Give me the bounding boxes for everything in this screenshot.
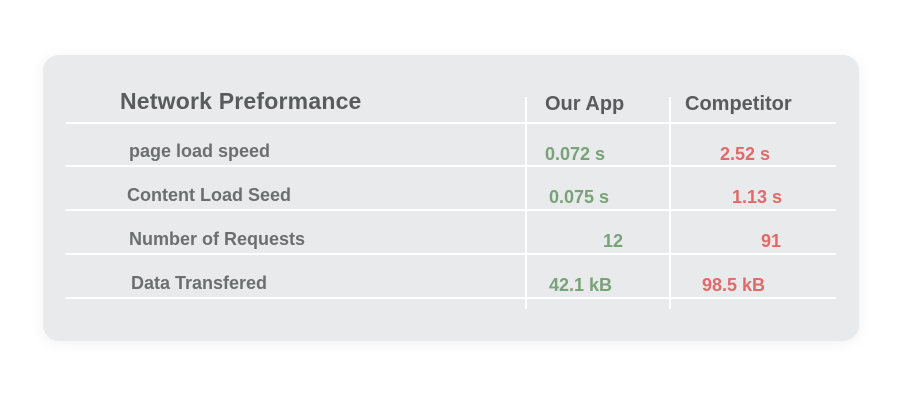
competitor-value: 91 bbox=[761, 231, 782, 251]
our-app-value: 12 bbox=[603, 231, 624, 251]
row-label-content-load-seed: Content Load Seed bbox=[127, 185, 292, 205]
our-app-value: 0.072 s bbox=[545, 144, 606, 164]
row-divider bbox=[66, 209, 836, 211]
column-divider bbox=[669, 97, 671, 309]
row-divider bbox=[66, 297, 836, 299]
column-divider bbox=[525, 97, 527, 309]
competitor-value: 1.13 s bbox=[732, 187, 783, 207]
row-label-page-load-speed: page load speed bbox=[129, 141, 271, 161]
competitor-value: 2.52 s bbox=[720, 144, 771, 164]
row-divider bbox=[66, 165, 836, 167]
column-header-competitor: Competitor bbox=[685, 93, 792, 115]
row-divider bbox=[66, 122, 836, 124]
our-app-value: 0.075 s bbox=[549, 187, 610, 207]
row-label-data-transfered: Data Transfered bbox=[131, 273, 268, 293]
competitor-value: 98.5 kB bbox=[702, 275, 766, 295]
column-header-our-app: Our App bbox=[545, 93, 625, 115]
our-app-value: 42.1 kB bbox=[549, 275, 613, 295]
table-title: Network Preformance bbox=[120, 88, 362, 114]
row-label-number-of-requests: Number of Requests bbox=[129, 229, 306, 249]
row-divider bbox=[66, 253, 836, 255]
